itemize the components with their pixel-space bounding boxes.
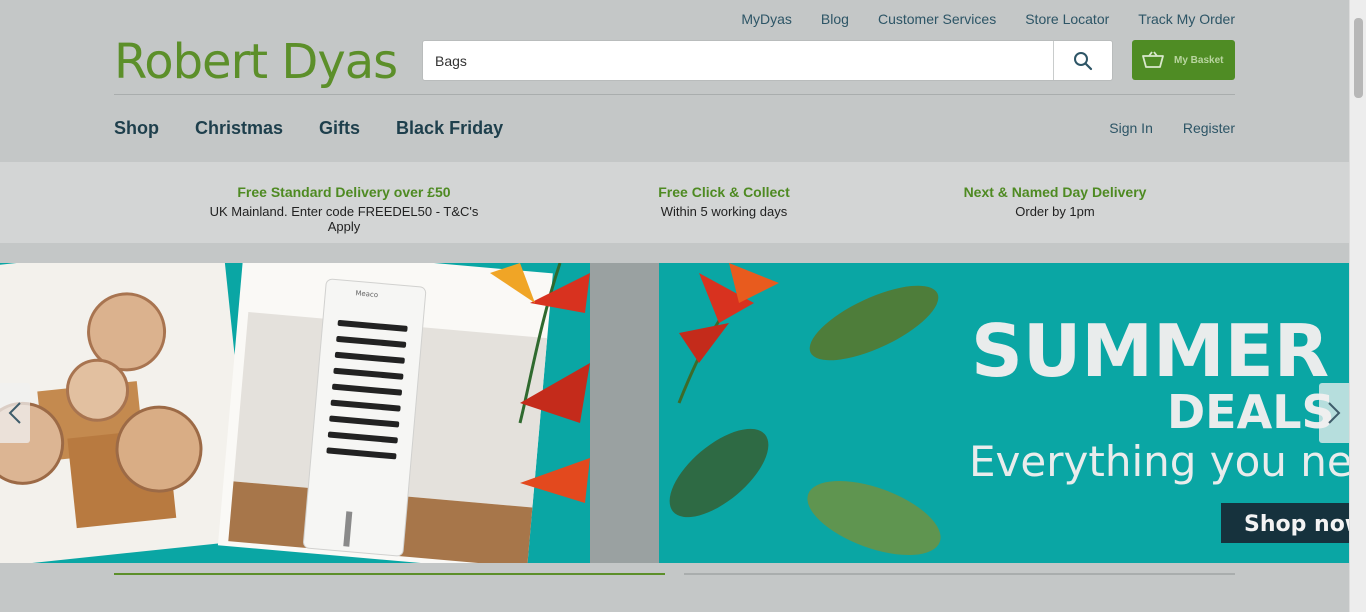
basket-label: My Basket <box>1174 54 1224 66</box>
banner-gap <box>590 263 659 563</box>
page-scrollbar[interactable] <box>1349 0 1366 612</box>
usp-title: Free Click & Collect <box>658 184 790 200</box>
store-locator-link[interactable]: Store Locator <box>1025 11 1109 27</box>
usp-bar: Free Standard Delivery over £50 UK Mainl… <box>0 162 1349 243</box>
main-nav: Shop Christmas Gifts Black Friday <box>114 118 503 139</box>
carousel-next-button[interactable] <box>1319 383 1349 443</box>
track-order-link[interactable]: Track My Order <box>1138 11 1235 27</box>
page: MyDyas Blog Customer Services Store Loca… <box>0 0 1349 612</box>
mydyas-link[interactable]: MyDyas <box>741 11 792 27</box>
usp-click-collect[interactable]: Free Click & Collect Within 5 working da… <box>624 184 824 219</box>
search-input[interactable] <box>423 41 1053 80</box>
search-icon <box>1074 51 1093 70</box>
summer-headline: SUMMER <box>971 309 1329 393</box>
register-link[interactable]: Register <box>1183 120 1235 136</box>
chevron-right-icon <box>1328 402 1341 424</box>
nav-black-friday[interactable]: Black Friday <box>396 118 503 139</box>
blog-link[interactable]: Blog <box>821 11 849 27</box>
usp-subtitle: Order by 1pm <box>1015 204 1095 219</box>
nav-shop[interactable]: Shop <box>114 118 159 139</box>
usp-subtitle: UK Mainland. Enter code FREEDEL50 - T&C'… <box>209 204 479 234</box>
fans-product-image: Meaco <box>0 263 590 563</box>
usp-title: Free Standard Delivery over £50 <box>237 184 451 200</box>
usp-next-day[interactable]: Next & Named Day Delivery Order by 1pm <box>945 184 1165 219</box>
shop-now-button[interactable]: Shop now <box>1244 512 1349 537</box>
search-button[interactable] <box>1053 41 1112 80</box>
sign-in-link[interactable]: Sign In <box>1109 120 1153 136</box>
scrollbar-thumb[interactable] <box>1354 18 1363 98</box>
usp-free-delivery[interactable]: Free Standard Delivery over £50 UK Mainl… <box>194 184 494 234</box>
carousel-indicator-active[interactable] <box>114 573 665 575</box>
account-links: Sign In Register <box>1109 120 1235 136</box>
nav-christmas[interactable]: Christmas <box>195 118 283 139</box>
carousel-indicator[interactable] <box>684 573 1235 575</box>
summer-deals-graphic: SUMMER DEALS Everything you need Shop no… <box>669 263 1349 555</box>
customer-services-link[interactable]: Customer Services <box>878 11 996 27</box>
basket-icon <box>1142 51 1164 68</box>
utility-links: MyDyas Blog Customer Services Store Loca… <box>741 11 1235 27</box>
logo[interactable]: Robert Dyas <box>114 34 398 90</box>
basket-button[interactable]: My Basket <box>1132 40 1235 80</box>
header-divider <box>114 94 1235 95</box>
search-bar <box>422 40 1113 81</box>
banner-slide-summer[interactable]: SUMMER DEALS Everything you need Shop no… <box>659 263 1349 563</box>
deals-subheadline: DEALS <box>1167 385 1335 439</box>
usp-subtitle: Within 5 working days <box>660 204 788 219</box>
banner-slide-fans[interactable]: Meaco <box>0 263 590 563</box>
carousel-prev-button[interactable] <box>0 383 30 443</box>
nav-gifts[interactable]: Gifts <box>319 118 360 139</box>
usp-title: Next & Named Day Delivery <box>963 184 1147 200</box>
chevron-left-icon <box>8 402 21 424</box>
banner-tagline: Everything you need <box>969 437 1349 486</box>
